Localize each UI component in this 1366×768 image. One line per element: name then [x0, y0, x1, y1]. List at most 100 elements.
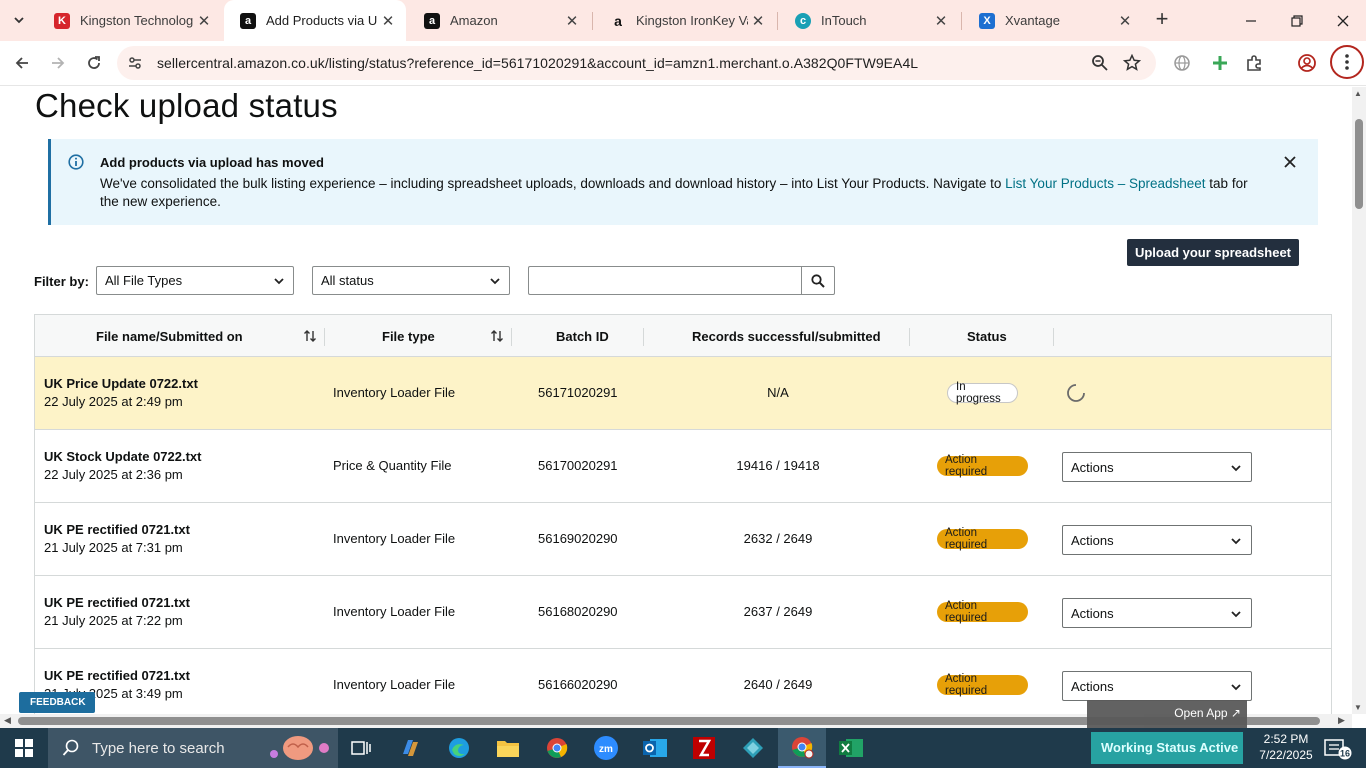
- records: 2632 / 2649: [743, 531, 813, 546]
- amazon-favicon-icon: a: [240, 12, 256, 29]
- tab-xvantage[interactable]: X Xvantage ✕: [963, 0, 1143, 41]
- close-tab-icon[interactable]: ✕: [378, 11, 398, 31]
- header-file-name[interactable]: File name/Submitted on: [96, 315, 243, 357]
- open-app-label: Open App ↗: [1174, 706, 1241, 720]
- batch-id: 56171020291: [538, 385, 618, 400]
- restore-button[interactable]: [1274, 0, 1320, 41]
- header-status: Status: [967, 328, 1007, 344]
- tab-title: Xvantage: [1005, 13, 1060, 28]
- tab-title: Add Products via Upl: [266, 13, 378, 28]
- minimize-button[interactable]: [1228, 0, 1274, 41]
- start-button[interactable]: [0, 728, 48, 768]
- page-title: Check upload status: [35, 87, 338, 124]
- upload-spreadsheet-button[interactable]: Upload your spreadsheet: [1127, 239, 1299, 266]
- loading-spinner-icon: [1067, 384, 1085, 402]
- minimize-icon: [1246, 19, 1256, 22]
- scroll-left-arrow-icon[interactable]: ◀: [4, 715, 11, 726]
- tab-title: Amazon: [450, 13, 498, 28]
- url-text: sellercentral.amazon.co.uk/listing/statu…: [157, 55, 919, 71]
- task-view-icon[interactable]: [337, 728, 385, 768]
- banner-text-before: We've consolidated the bulk listing expe…: [100, 176, 1006, 191]
- sort-icon[interactable]: [303, 329, 317, 343]
- header-file-type[interactable]: File type: [382, 315, 435, 357]
- working-status-indicator[interactable]: Working Status Active: [1091, 732, 1243, 764]
- tab-title: Kingston Technolog: [80, 13, 194, 28]
- edge-browser-icon[interactable]: [435, 728, 483, 768]
- page-content: Check upload status Add products via upl…: [0, 87, 1352, 714]
- status-select[interactable]: All status: [312, 266, 510, 295]
- system-clock[interactable]: 2:52 PM 7/22/2025: [1254, 731, 1318, 763]
- scroll-down-arrow-icon[interactable]: ▼: [1354, 703, 1362, 712]
- tab-add-products[interactable]: a Add Products via Upl ✕: [224, 0, 406, 41]
- banner-text: We've consolidated the bulk listing expe…: [100, 175, 1260, 211]
- close-tab-icon[interactable]: ✕: [562, 11, 582, 31]
- actions-dropdown[interactable]: Actions: [1062, 598, 1252, 628]
- scrollbar-thumb[interactable]: [1355, 119, 1363, 209]
- open-app-popup[interactable]: Open App ↗: [1087, 700, 1247, 728]
- actions-dropdown[interactable]: Actions: [1062, 452, 1252, 482]
- tab-amazon[interactable]: a Amazon ✕: [408, 0, 590, 41]
- tab-kingston-technology[interactable]: K Kingston Technolog ✕: [38, 0, 222, 41]
- chrome-profile-icon[interactable]: [778, 728, 826, 768]
- file-type: Inventory Loader File: [333, 604, 456, 619]
- actions-dropdown[interactable]: Actions: [1062, 671, 1252, 701]
- file-type: Price & Quantity File: [333, 458, 452, 473]
- notification-center-icon[interactable]: 16: [1324, 738, 1352, 765]
- amazon-favicon-icon: a: [614, 12, 622, 29]
- zoom-app-icon[interactable]: zm: [582, 728, 630, 768]
- search-button[interactable]: [801, 266, 835, 295]
- close-tab-icon[interactable]: ✕: [748, 11, 768, 31]
- new-tab-button[interactable]: +: [1150, 8, 1174, 32]
- status-value: All status: [321, 273, 374, 288]
- actions-label: Actions: [1071, 532, 1114, 548]
- tab-intouch[interactable]: c InTouch ✕: [779, 0, 959, 41]
- forward-button[interactable]: [44, 49, 72, 77]
- taskbar-search[interactable]: Type here to search: [48, 728, 338, 768]
- vertical-scrollbar[interactable]: ▲ ▼: [1352, 87, 1366, 714]
- close-tab-icon[interactable]: ✕: [194, 11, 214, 31]
- list-your-products-link[interactable]: List Your Products – Spreadsheet: [1005, 176, 1205, 191]
- chrome-icon[interactable]: [533, 728, 581, 768]
- profile-avatar-icon[interactable]: [1295, 51, 1319, 75]
- bookmark-star-icon[interactable]: [1122, 53, 1142, 73]
- status-badge: Action required: [937, 454, 1028, 478]
- chevron-down-icon: [1231, 684, 1241, 691]
- extensions-puzzle-icon[interactable]: [1242, 51, 1266, 75]
- site-info-icon[interactable]: [120, 48, 150, 78]
- copilot-icon[interactable]: [386, 728, 434, 768]
- close-tab-icon[interactable]: ✕: [931, 11, 951, 31]
- globe-extension-icon[interactable]: [1170, 51, 1194, 75]
- close-icon[interactable]: [1282, 154, 1298, 170]
- filezilla-icon[interactable]: [680, 728, 728, 768]
- back-button[interactable]: [8, 49, 36, 77]
- actions-label: Actions: [1071, 678, 1114, 694]
- search-icon: [811, 273, 825, 288]
- file-name: UK PE rectified 0721.txt: [44, 595, 190, 610]
- outlook-icon[interactable]: [631, 728, 679, 768]
- excel-icon[interactable]: [827, 728, 875, 768]
- batch-id: 56169020290: [538, 531, 618, 546]
- tab-kingston-ironkey[interactable]: a Kingston IronKey Vau ✕: [594, 0, 776, 41]
- reload-button[interactable]: [80, 49, 108, 77]
- extension-puzzle-green-icon[interactable]: [1208, 51, 1232, 75]
- status-badge: Action required: [937, 527, 1028, 551]
- actions-dropdown[interactable]: Actions: [1062, 525, 1252, 555]
- tab-search-button[interactable]: [7, 8, 31, 32]
- intouch-favicon-icon: c: [795, 12, 811, 29]
- browser-menu-button[interactable]: [1330, 45, 1364, 79]
- records: 19416 / 19418: [736, 458, 820, 473]
- file-explorer-icon[interactable]: [484, 728, 532, 768]
- app-diamond-icon[interactable]: [729, 728, 777, 768]
- close-icon[interactable]: ✕: [94, 696, 104, 710]
- zoom-icon[interactable]: [1090, 53, 1110, 73]
- close-tab-icon[interactable]: ✕: [1115, 11, 1135, 31]
- search-input[interactable]: [528, 266, 802, 295]
- scroll-up-arrow-icon[interactable]: ▲: [1354, 89, 1362, 98]
- file-type-select[interactable]: All File Types: [96, 266, 294, 295]
- feedback-button[interactable]: FEEDBACK ✕: [19, 692, 104, 713]
- clock-time: 2:52 PM: [1263, 732, 1309, 746]
- address-bar[interactable]: sellercentral.amazon.co.uk/listing/statu…: [117, 46, 1156, 80]
- close-window-button[interactable]: [1320, 0, 1366, 41]
- scroll-right-arrow-icon[interactable]: ▶: [1338, 715, 1345, 726]
- sort-icon[interactable]: [490, 329, 504, 343]
